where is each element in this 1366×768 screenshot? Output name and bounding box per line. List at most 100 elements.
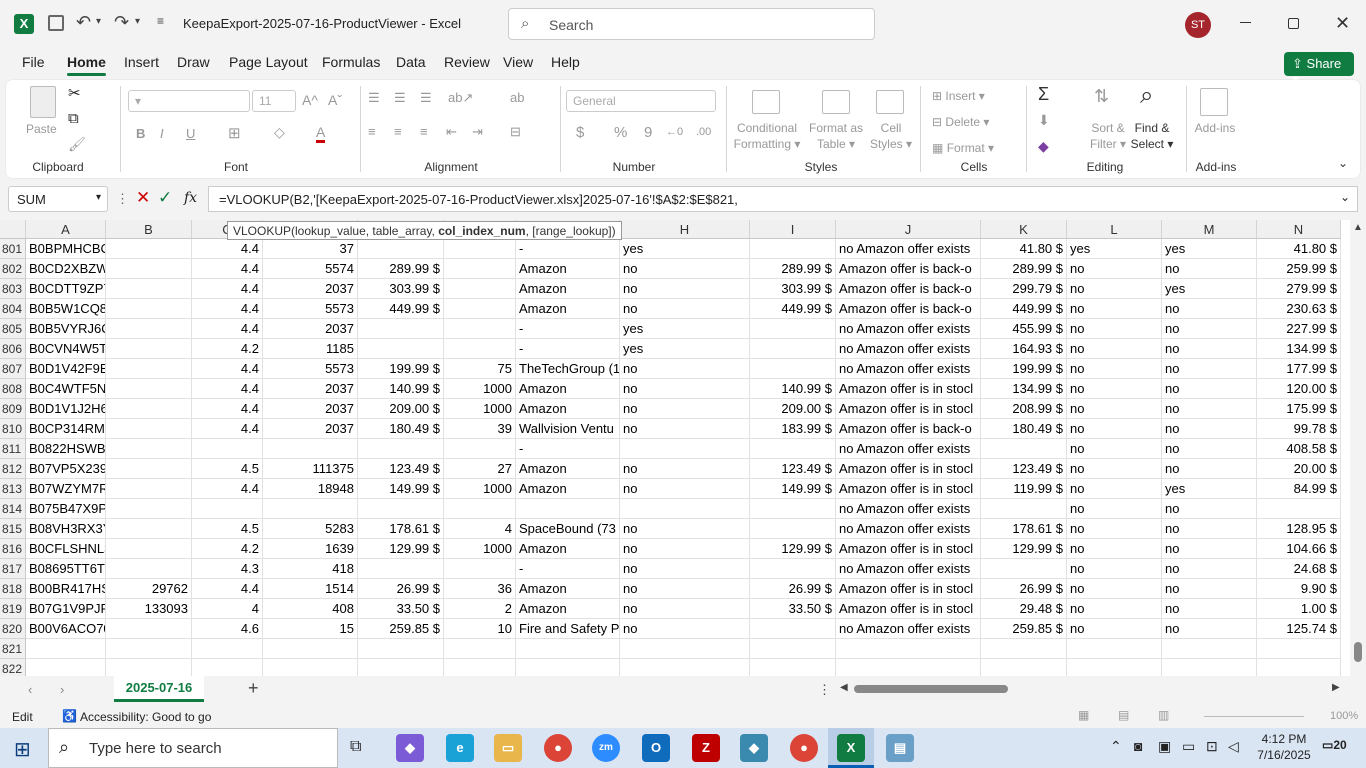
cell-i[interactable] — [750, 239, 836, 259]
edge-icon[interactable]: e — [446, 734, 474, 762]
cell-b[interactable]: 29762 — [106, 579, 192, 599]
cell-d[interactable] — [263, 499, 358, 519]
cell-n[interactable]: 230.63 $ — [1257, 299, 1341, 319]
cell-d[interactable] — [263, 439, 358, 459]
cell-b[interactable] — [106, 639, 192, 659]
scroll-right-icon[interactable]: ▶ — [1332, 682, 1340, 693]
vertical-scrollbar[interactable]: ▲ — [1350, 220, 1366, 676]
spreadsheet-grid[interactable]: ABCDEFGHIJKLMN801B0BPMHCBCQ4.437-yesno A… — [0, 220, 1366, 676]
cell-m[interactable]: no — [1162, 459, 1257, 479]
cell-i[interactable] — [750, 659, 836, 676]
cell-f[interactable]: 10 — [444, 619, 516, 639]
row-header[interactable]: 817 — [0, 559, 26, 579]
user-avatar[interactable]: ST — [1185, 12, 1211, 38]
cell-e[interactable]: 209.00 $ — [358, 399, 444, 419]
cell-a[interactable]: B08VH3RX3Y — [26, 519, 106, 539]
cell-b[interactable] — [106, 319, 192, 339]
cell-b[interactable]: 133093 — [106, 599, 192, 619]
column-header-m[interactable]: M — [1162, 220, 1257, 239]
cell-l[interactable]: no — [1067, 339, 1162, 359]
cell-f[interactable] — [444, 279, 516, 299]
row-header[interactable]: 803 — [0, 279, 26, 299]
cell-j[interactable]: no Amazon offer exists — [836, 319, 981, 339]
cell-k[interactable] — [981, 559, 1067, 579]
cell-b[interactable] — [106, 359, 192, 379]
cell-c[interactable]: 4 — [192, 599, 263, 619]
cell-j[interactable]: Amazon offer is in stocl — [836, 379, 981, 399]
cell-b[interactable] — [106, 419, 192, 439]
taskbar-search[interactable]: ⌕ Type here to search — [48, 728, 338, 768]
cell-l[interactable]: no — [1067, 499, 1162, 519]
network-icon[interactable]: ⊡ — [1206, 738, 1218, 755]
cell-e[interactable] — [358, 239, 444, 259]
cell-e[interactable] — [358, 499, 444, 519]
cell-f[interactable] — [444, 639, 516, 659]
cell-d[interactable]: 18948 — [263, 479, 358, 499]
cancel-entry-icon[interactable]: ✕ — [136, 188, 150, 208]
cell-n[interactable] — [1257, 659, 1341, 676]
cell-g[interactable]: Amazon — [516, 539, 620, 559]
cell-n[interactable]: 9.90 $ — [1257, 579, 1341, 599]
cell-h[interactable] — [620, 439, 750, 459]
cell-g[interactable]: Amazon — [516, 479, 620, 499]
cell-l[interactable]: no — [1067, 419, 1162, 439]
cell-c[interactable]: 4.4 — [192, 479, 263, 499]
normal-view-icon[interactable]: ▦ — [1078, 708, 1089, 722]
cell-c[interactable]: 4.4 — [192, 299, 263, 319]
cell-k[interactable]: 289.99 $ — [981, 259, 1067, 279]
cell-styles-button[interactable]: Cell Styles ▾ — [868, 120, 914, 152]
fill-color-icon[interactable]: ◇ — [274, 124, 285, 141]
cell-a[interactable]: B0D1V42F9B — [26, 359, 106, 379]
cell-a[interactable]: B0B5W1CQ8W — [26, 299, 106, 319]
cell-m[interactable]: no — [1162, 339, 1257, 359]
cell-h[interactable]: yes — [620, 239, 750, 259]
cell-b[interactable] — [106, 299, 192, 319]
copy-icon[interactable]: ⧉ — [68, 110, 79, 127]
cell-n[interactable]: 177.99 $ — [1257, 359, 1341, 379]
number-format-dropdown[interactable]: General — [566, 90, 716, 112]
row-header[interactable]: 820 — [0, 619, 26, 639]
cell-g[interactable]: Amazon — [516, 259, 620, 279]
cell-h[interactable]: yes — [620, 319, 750, 339]
row-header[interactable]: 818 — [0, 579, 26, 599]
merge-center-icon[interactable]: ⊟ — [510, 124, 521, 140]
file-explorer-icon[interactable]: ▭ — [494, 734, 522, 762]
cell-styles-icon[interactable] — [876, 90, 904, 114]
filezilla-icon[interactable]: Z — [692, 734, 720, 762]
cell-g[interactable]: - — [516, 239, 620, 259]
align-bottom-icon[interactable]: ☰ — [420, 90, 432, 106]
cell-m[interactable] — [1162, 639, 1257, 659]
cell-a[interactable]: B07VP5X239 — [26, 459, 106, 479]
cell-d[interactable]: 37 — [263, 239, 358, 259]
cell-g[interactable]: - — [516, 559, 620, 579]
row-header[interactable]: 804 — [0, 299, 26, 319]
menu-formulas[interactable]: Formulas — [322, 54, 380, 70]
zoom-slider[interactable] — [1204, 716, 1304, 717]
conditional-formatting-button[interactable]: Conditional Formatting ▾ — [730, 120, 804, 152]
cell-g[interactable]: TheTechGroup (1 — [516, 359, 620, 379]
app-icon[interactable]: ◆ — [740, 734, 768, 762]
row-header[interactable]: 812 — [0, 459, 26, 479]
notifications-button[interactable]: ▭20 — [1322, 738, 1348, 758]
comma-style-icon[interactable]: 9 — [644, 124, 652, 141]
cell-g[interactable]: - — [516, 439, 620, 459]
cell-n[interactable]: 408.58 $ — [1257, 439, 1341, 459]
cell-k[interactable]: 449.99 $ — [981, 299, 1067, 319]
cell-c[interactable]: 4.2 — [192, 339, 263, 359]
cell-h[interactable]: no — [620, 259, 750, 279]
column-header-b[interactable]: B — [106, 220, 192, 239]
cell-m[interactable]: no — [1162, 439, 1257, 459]
cell-f[interactable] — [444, 299, 516, 319]
next-sheet-icon[interactable]: › — [60, 682, 64, 697]
cell-i[interactable] — [750, 499, 836, 519]
cell-f[interactable]: 1000 — [444, 399, 516, 419]
cell-g[interactable]: Fire and Safety P — [516, 619, 620, 639]
cell-m[interactable]: yes — [1162, 239, 1257, 259]
cell-b[interactable] — [106, 439, 192, 459]
cell-c[interactable]: 4.3 — [192, 559, 263, 579]
cell-i[interactable] — [750, 359, 836, 379]
cell-e[interactable] — [358, 639, 444, 659]
cell-h[interactable]: no — [620, 539, 750, 559]
cell-h[interactable]: yes — [620, 339, 750, 359]
row-header[interactable]: 813 — [0, 479, 26, 499]
